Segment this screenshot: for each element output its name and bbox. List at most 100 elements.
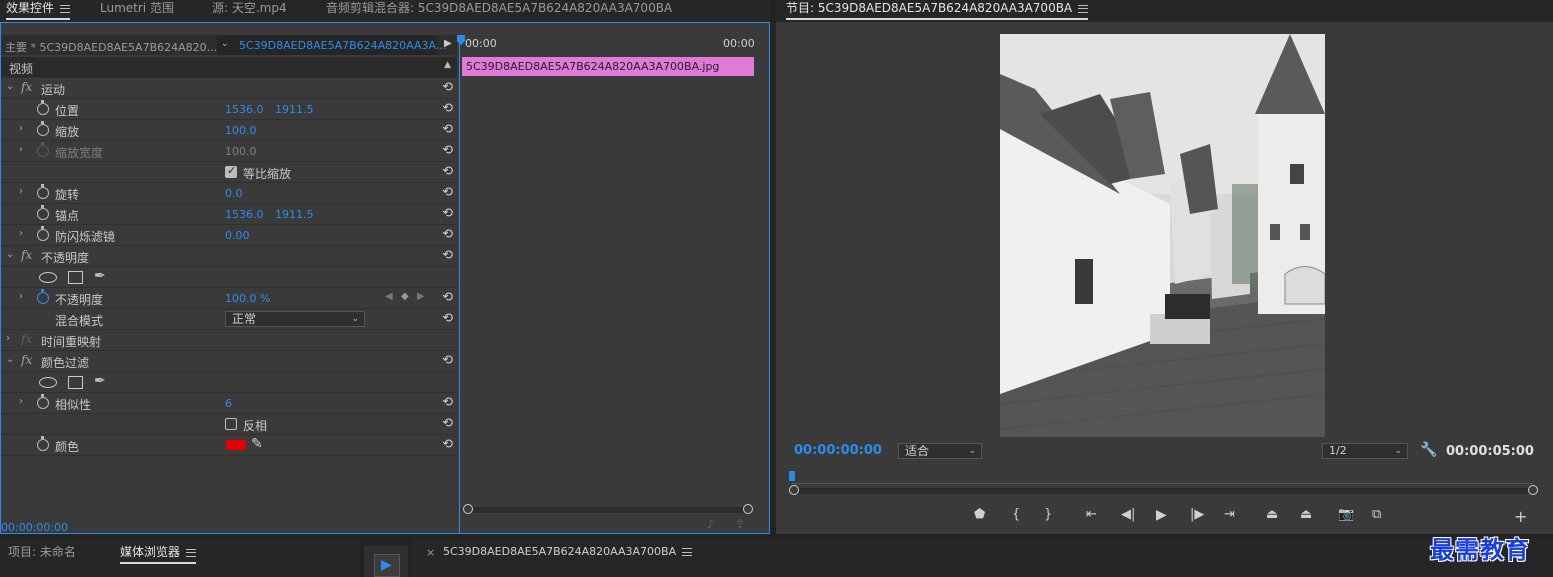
audio-scrub-icon[interactable]: ♪ (707, 518, 714, 531)
add-keyframe-icon[interactable]: ◆ (401, 291, 409, 302)
chevron-down-icon[interactable]: ⌄ (6, 354, 14, 365)
stopwatch-icon[interactable] (37, 100, 49, 115)
prev-keyframe-icon[interactable]: ◀ (385, 291, 393, 302)
uniform-scale-checkbox[interactable] (225, 164, 237, 178)
reset-icon[interactable]: ⟲ (442, 80, 453, 95)
chevron-down-icon[interactable]: ⌄ (6, 249, 14, 260)
similarity-value[interactable]: 6 (225, 397, 232, 410)
tab-program[interactable]: 节目: 5C39D8AED8AE5A7B624A820AA3A700BA (786, 0, 1089, 20)
zoom-handle-right[interactable] (1528, 485, 1538, 495)
pen-tool-icon[interactable]: ✒ (94, 373, 106, 389)
chevron-right-icon[interactable]: › (19, 396, 23, 407)
blend-mode-dropdown[interactable]: 正常 ⌄ (225, 311, 365, 327)
lift-icon[interactable]: ⏏ (1266, 507, 1278, 522)
add-marker-icon[interactable]: ⬟ (974, 507, 985, 522)
tab-lumetri-scopes[interactable]: Lumetri 范围 (100, 0, 174, 20)
reset-icon[interactable]: ⟲ (442, 164, 453, 179)
rectangle-mask-icon[interactable] (68, 271, 83, 284)
add-button-icon[interactable]: + (1514, 507, 1527, 526)
position-y-value[interactable]: 1911.5 (275, 103, 314, 116)
go-to-in-icon[interactable]: ⇤ (1086, 507, 1097, 522)
reset-icon[interactable]: ⟲ (442, 395, 453, 410)
chevron-down-icon[interactable]: ⌄ (6, 81, 14, 92)
reset-icon[interactable]: ⟲ (442, 143, 453, 158)
panel-menu-icon[interactable] (682, 548, 693, 556)
chevron-right-icon[interactable]: › (19, 228, 23, 239)
selection-tool-button[interactable]: ▶ (374, 554, 400, 577)
stopwatch-icon[interactable] (37, 121, 49, 136)
comparison-view-icon[interactable]: ⧉ (1372, 507, 1381, 522)
tab-audio-clip-mixer[interactable]: 音频剪辑混合器: 5C39D8AED8AE5A7B624A820AA3A700B… (326, 0, 672, 20)
tab-project[interactable]: 项目: 未命名 (8, 544, 76, 564)
anchor-x-value[interactable]: 1536.0 (225, 208, 264, 221)
timeline-scrollbar[interactable] (463, 507, 753, 513)
fx-icon[interactable]: fx (21, 80, 32, 94)
step-back-icon[interactable]: ◀| (1121, 507, 1135, 522)
playhead-line[interactable] (459, 35, 460, 533)
scale-value[interactable]: 100.0 (225, 124, 257, 137)
color-swatch[interactable] (226, 440, 246, 450)
stopwatch-icon[interactable] (37, 289, 49, 304)
rotation-value[interactable]: 0.0 (225, 187, 243, 200)
tab-source[interactable]: 源: 天空.mp4 (212, 0, 287, 20)
export-icon[interactable]: ⇪ (735, 517, 745, 531)
reset-icon[interactable]: ⟲ (442, 122, 453, 137)
chevron-right-icon[interactable]: › (6, 333, 10, 344)
reset-icon[interactable]: ⟲ (442, 290, 453, 305)
stopwatch-icon[interactable] (37, 184, 49, 199)
go-to-out-icon[interactable]: ⇥ (1224, 507, 1235, 522)
chevron-right-icon[interactable]: › (19, 144, 23, 155)
footer-timecode[interactable]: 00:00:00:00 (1, 521, 68, 534)
tab-effect-controls[interactable]: 效果控件 (6, 0, 71, 20)
stopwatch-icon[interactable] (37, 226, 49, 241)
close-icon[interactable]: × (426, 546, 435, 559)
effect-time-remap-row[interactable]: › fx 时间重映射 (1, 330, 457, 351)
program-video-frame[interactable] (1000, 34, 1325, 437)
wrench-icon[interactable]: 🔧 (1420, 442, 1437, 458)
stopwatch-icon[interactable] (37, 394, 49, 409)
master-clip-label[interactable]: 主要 * 5C39D8AED8AE5A7B624A820... (5, 39, 217, 55)
stopwatch-icon[interactable] (37, 436, 49, 451)
pen-tool-icon[interactable]: ✒ (94, 268, 106, 284)
reset-icon[interactable]: ⟲ (442, 227, 453, 242)
ellipse-mask-icon[interactable] (39, 377, 57, 388)
effect-opacity-row[interactable]: ⌄ fx 不透明度 ⟲ (1, 246, 457, 267)
mark-out-icon[interactable]: } (1044, 507, 1052, 522)
program-time-ruler[interactable] (792, 474, 1534, 484)
collapse-up-icon[interactable]: ▲ (444, 60, 451, 70)
anchor-y-value[interactable]: 1911.5 (275, 208, 314, 221)
export-frame-icon[interactable]: 📷 (1338, 507, 1354, 522)
step-forward-icon[interactable]: |▶ (1190, 507, 1204, 522)
fx-icon[interactable]: fx (21, 248, 32, 262)
position-x-value[interactable]: 1536.0 (225, 103, 264, 116)
chevron-right-icon[interactable]: › (19, 291, 23, 302)
reset-icon[interactable]: ⟲ (442, 437, 453, 452)
reset-icon[interactable]: ⟲ (442, 416, 453, 431)
reset-icon[interactable]: ⟲ (442, 353, 453, 368)
tab-timeline-sequence[interactable]: 5C39D8AED8AE5A7B624A820AA3A700BA (443, 544, 693, 564)
sequence-clip-selector[interactable]: ⌄ 5C39D8AED8AE5A7B624A820AA3A... (217, 35, 446, 55)
reset-icon[interactable]: ⟲ (442, 248, 453, 263)
next-keyframe-icon[interactable]: ▶ (417, 291, 425, 302)
program-playhead[interactable] (789, 471, 795, 481)
effect-color-key-row[interactable]: ⌄ fx 颜色过滤 ⟲ (1, 351, 457, 372)
chevron-right-icon[interactable]: › (19, 123, 23, 134)
resolution-dropdown[interactable]: 1/2 ⌄ (1322, 443, 1408, 459)
reset-icon[interactable]: ⟲ (442, 185, 453, 200)
panel-menu-icon[interactable] (60, 4, 71, 13)
mark-in-icon[interactable]: { (1012, 507, 1020, 522)
reset-icon[interactable]: ⟲ (442, 206, 453, 221)
panel-menu-icon[interactable] (186, 548, 197, 557)
program-zoom-scrollbar[interactable] (794, 488, 1532, 494)
rectangle-mask-icon[interactable] (68, 376, 83, 389)
tab-media-browser[interactable]: 媒体浏览器 (120, 544, 197, 564)
reset-icon[interactable]: ⟲ (442, 101, 453, 116)
invert-checkbox[interactable] (225, 418, 237, 430)
play-icon[interactable]: ▶ (1156, 507, 1167, 523)
ellipse-mask-icon[interactable] (39, 272, 57, 283)
program-current-time[interactable]: 00:00:00:00 (794, 443, 882, 458)
scroll-handle-left[interactable] (463, 504, 473, 514)
eyedropper-icon[interactable]: ✎ (251, 436, 263, 452)
zoom-handle-left[interactable] (789, 485, 799, 495)
play-arrow-icon[interactable]: ▶ (444, 38, 452, 49)
